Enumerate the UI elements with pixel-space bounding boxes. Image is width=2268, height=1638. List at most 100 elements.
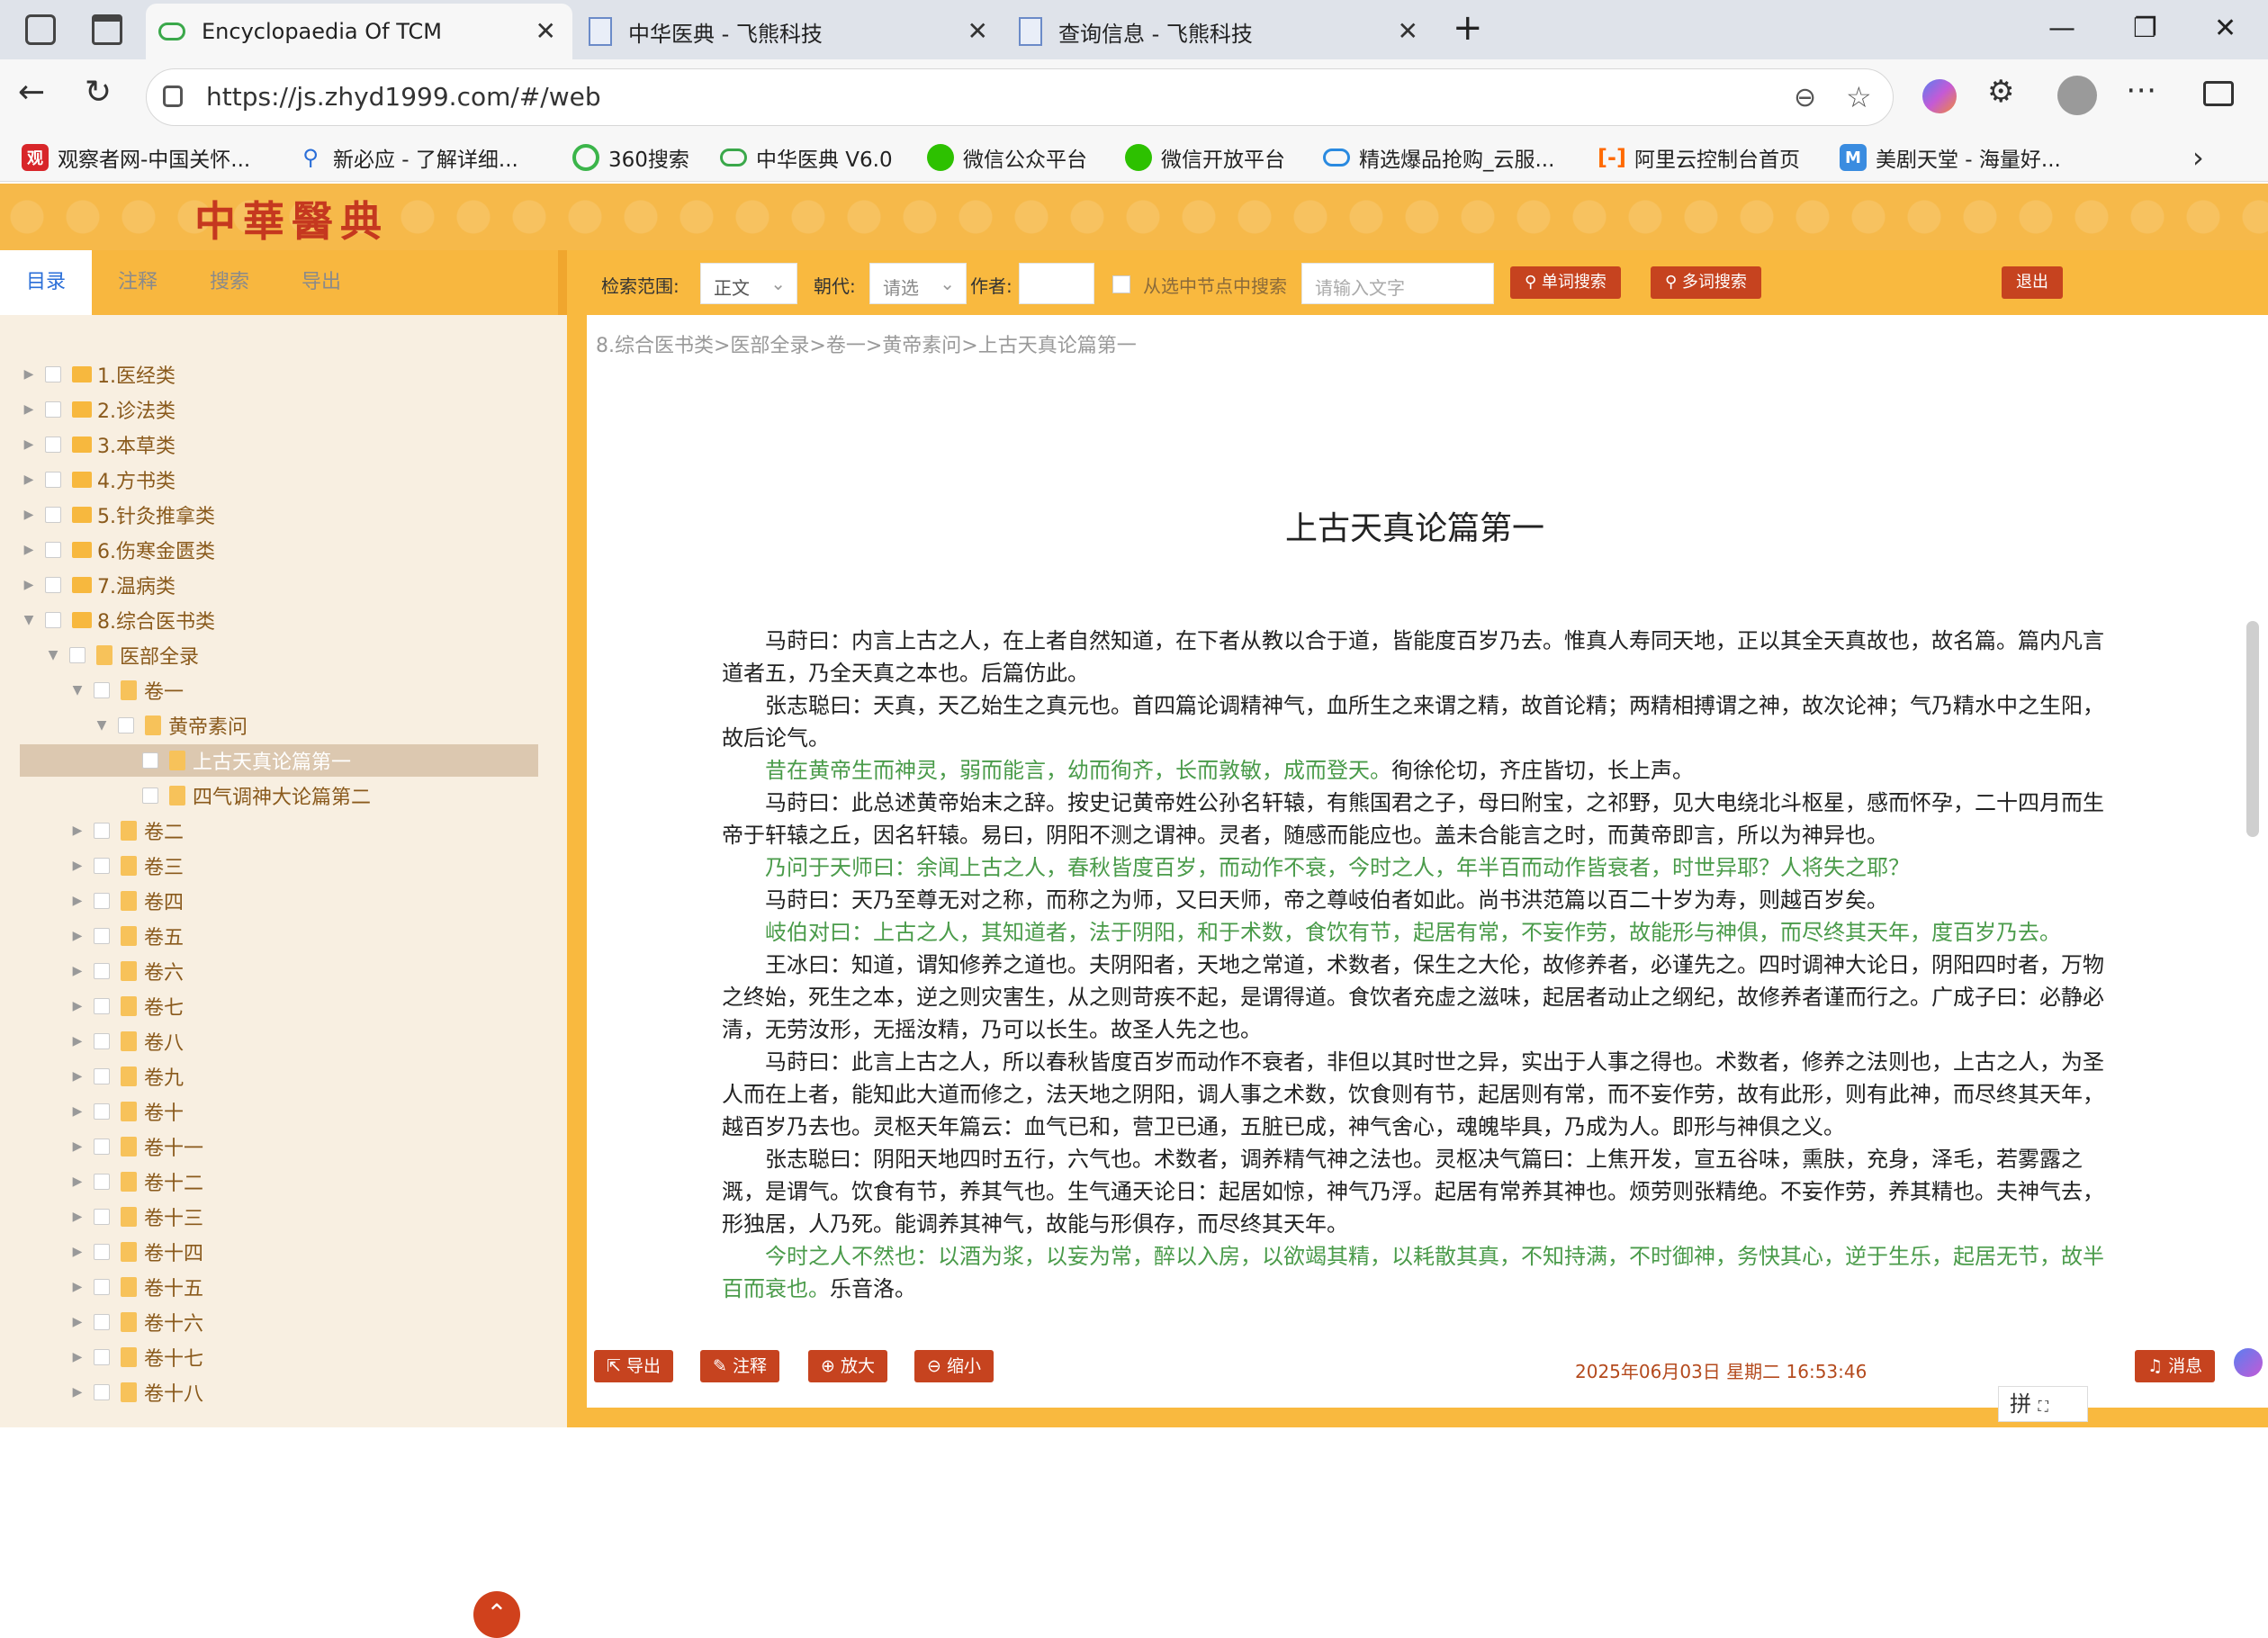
copilot-icon[interactable] xyxy=(1922,79,1957,113)
caret-right-icon[interactable]: ▶ xyxy=(20,508,38,522)
tree-node[interactable]: ▶ 1.医经类 xyxy=(20,358,176,391)
multi-search-button[interactable]: ⚲ 多词搜索 xyxy=(1651,266,1761,299)
tree-node[interactable]: ▶ 卷三 xyxy=(68,850,184,882)
bookmark-wechat-mp[interactable]: 微信公众平台 xyxy=(927,142,1087,173)
tree-checkbox[interactable] xyxy=(94,1033,110,1049)
caret-right-icon[interactable]: ▶ xyxy=(68,1069,86,1084)
tree-checkbox[interactable] xyxy=(45,436,61,453)
bookmark-wechat-open[interactable]: 微信开放平台 xyxy=(1125,142,1285,173)
caret-right-icon[interactable]: ▶ xyxy=(68,1210,86,1224)
tree-node[interactable]: ▶ 卷十八 xyxy=(68,1376,203,1408)
caret-right-icon[interactable]: ▶ xyxy=(68,1104,86,1119)
tree-checkbox[interactable] xyxy=(94,858,110,874)
tree-checkbox[interactable] xyxy=(94,998,110,1014)
tree-checkbox[interactable] xyxy=(45,612,61,628)
keyword-input[interactable]: 请输入文字 xyxy=(1301,263,1494,304)
tree-node[interactable]: ▶ 卷六 xyxy=(68,955,184,987)
caret-right-icon[interactable]: ▶ xyxy=(68,964,86,978)
tab-actions-icon[interactable] xyxy=(92,14,122,45)
tab-zhonghua-yidian[interactable]: 中华医典 - 飞熊科技 ✕ xyxy=(576,4,1004,59)
tree-checkbox[interactable] xyxy=(94,963,110,979)
tree-checkbox[interactable] xyxy=(94,1209,110,1225)
favorite-star-icon[interactable]: ☆ xyxy=(1846,80,1872,114)
close-tab-icon[interactable]: ✕ xyxy=(536,19,556,44)
tree-checkbox[interactable] xyxy=(94,1174,110,1190)
author-input[interactable] xyxy=(1019,263,1094,304)
caret-down-icon[interactable]: ▼ xyxy=(93,718,111,733)
dynasty-select[interactable]: 请选 ⌄ xyxy=(869,263,967,304)
tree-checkbox[interactable] xyxy=(118,717,134,734)
tree-node[interactable]: ▶ 卷十二 xyxy=(68,1166,203,1198)
caret-down-icon[interactable]: ▼ xyxy=(44,648,62,662)
zoom-out-icon[interactable]: ⊖ xyxy=(1794,82,1816,113)
sidebar-toggle-icon[interactable] xyxy=(2203,81,2234,106)
tab-encyclopaedia[interactable]: Encyclopaedia Of TCM ✕ xyxy=(146,4,572,59)
tree-node[interactable]: ▶ 5.针灸推拿类 xyxy=(20,499,215,531)
tree-node[interactable]: ▶ 4.方书类 xyxy=(20,464,176,496)
caret-right-icon[interactable]: ▶ xyxy=(20,472,38,487)
tree-node[interactable]: ▶ 7.温病类 xyxy=(20,569,176,601)
caret-down-icon[interactable]: ▼ xyxy=(20,613,38,627)
tree-node[interactable]: ▼ 黄帝素问 xyxy=(93,709,248,742)
tree-node[interactable]: ▼ 8.综合医书类 xyxy=(20,604,215,636)
tree-node[interactable]: ▶ 卷十五 xyxy=(68,1271,203,1303)
tree-node[interactable]: ▶ 卷十三 xyxy=(68,1201,203,1233)
tree-checkbox[interactable] xyxy=(94,1068,110,1084)
caret-right-icon[interactable]: ▶ xyxy=(20,543,38,557)
tree-node[interactable]: ▶ 卷二 xyxy=(68,814,184,847)
scrollbar-thumb[interactable] xyxy=(2246,621,2259,837)
tree-checkbox[interactable] xyxy=(45,577,61,593)
caret-right-icon[interactable]: ▶ xyxy=(68,999,86,1013)
caret-right-icon[interactable]: ▶ xyxy=(68,1174,86,1189)
tree-node[interactable]: ▶ 2.诊法类 xyxy=(20,393,176,426)
bookmark-360[interactable]: 360搜索 xyxy=(572,142,689,173)
caret-right-icon[interactable]: ▶ xyxy=(68,859,86,873)
tree-node[interactable]: 四气调神大论篇第二 xyxy=(117,779,371,812)
scope-select[interactable]: 正文 ⌄ xyxy=(700,263,797,304)
search-in-node-checkbox[interactable] xyxy=(1112,275,1130,293)
close-window-button[interactable]: ✕ xyxy=(2214,13,2236,44)
refresh-icon[interactable]: ↻ xyxy=(85,74,112,111)
profile-avatar[interactable] xyxy=(2057,76,2097,115)
caret-right-icon[interactable]: ▶ xyxy=(68,894,86,908)
address-bar[interactable]: https://js.zhyd1999.com/#/web ⊖ ☆ xyxy=(146,68,1894,126)
tree-checkbox[interactable] xyxy=(69,647,86,663)
tree-node[interactable]: ▶ 3.本草类 xyxy=(20,428,176,461)
tree-node[interactable]: 上古天真论篇第一 xyxy=(20,744,538,777)
url-text[interactable]: https://js.zhyd1999.com/#/web xyxy=(206,82,601,112)
tab-catalog[interactable]: 目录 xyxy=(0,250,92,315)
tree-node[interactable]: ▶ 卷十七 xyxy=(68,1341,203,1373)
extensions-icon[interactable]: ⚙ xyxy=(1987,74,2014,110)
zoom-out-button[interactable]: ⊖ 缩小 xyxy=(914,1350,994,1382)
close-tab-icon[interactable]: ✕ xyxy=(1398,19,1418,44)
minimize-button[interactable]: — xyxy=(2048,13,2075,44)
left-scrollbar[interactable] xyxy=(558,250,567,315)
lock-icon[interactable] xyxy=(163,86,183,107)
caret-right-icon[interactable]: ▶ xyxy=(20,402,38,417)
tree-checkbox[interactable] xyxy=(45,507,61,523)
tree-node[interactable]: ▶ 卷八 xyxy=(68,1025,184,1058)
caret-right-icon[interactable]: ▶ xyxy=(68,1034,86,1048)
tree-checkbox[interactable] xyxy=(94,928,110,944)
caret-right-icon[interactable]: ▶ xyxy=(68,1139,86,1154)
tree-checkbox[interactable] xyxy=(94,1244,110,1260)
tree-node[interactable]: ▼ 卷一 xyxy=(68,674,184,706)
caret-right-icon[interactable]: ▶ xyxy=(68,1315,86,1329)
annotate-button[interactable]: ✎ 注释 xyxy=(700,1350,779,1382)
back-icon[interactable]: ← xyxy=(18,74,45,111)
tree-checkbox[interactable] xyxy=(94,1138,110,1155)
bookmark-cloud-deals[interactable]: 精选爆品抢购_云服... xyxy=(1323,142,1554,173)
caret-right-icon[interactable]: ▶ xyxy=(20,578,38,592)
zoom-in-button[interactable]: ⊕ 放大 xyxy=(808,1350,887,1382)
caret-down-icon[interactable]: ▼ xyxy=(68,683,86,698)
bookmark-aliyun[interactable]: [-] 阿里云控制台首页 xyxy=(1598,142,1800,173)
tree-checkbox[interactable] xyxy=(142,752,158,769)
tree-checkbox[interactable] xyxy=(94,1314,110,1330)
tab-query-info[interactable]: 查询信息 - 飞熊科技 ✕ xyxy=(1006,4,1435,59)
tree-checkbox[interactable] xyxy=(94,893,110,909)
tree-checkbox[interactable] xyxy=(94,1349,110,1365)
tree-checkbox[interactable] xyxy=(94,1279,110,1295)
more-menu-icon[interactable]: ⋯ xyxy=(2126,72,2156,108)
workspaces-icon[interactable] xyxy=(25,14,56,45)
tree-checkbox[interactable] xyxy=(142,788,158,804)
